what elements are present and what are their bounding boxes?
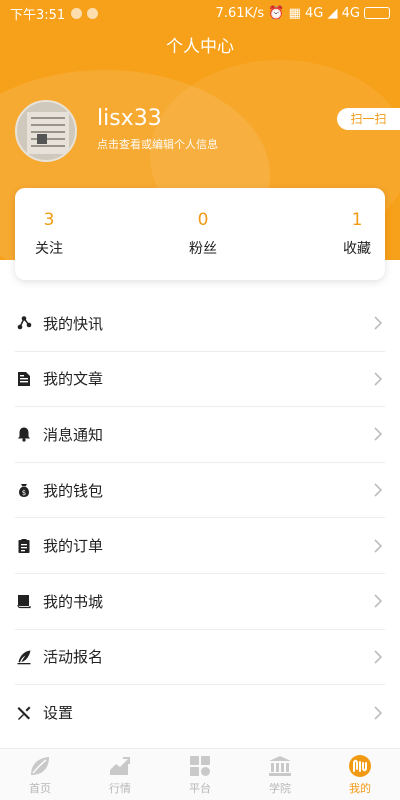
menu-list: 我的快讯 我的文章 消息通知 $ 我的钱包 我的订单 我的书城 活动报名 设置 <box>15 296 385 741</box>
money-bag-icon: $ <box>15 481 33 499</box>
leaf-icon <box>27 754 53 778</box>
notification-dot-icon <box>71 7 83 19</box>
menu-item-settings[interactable]: 设置 <box>15 685 385 741</box>
avatar[interactable] <box>15 100 77 162</box>
menu-item-orders[interactable]: 我的订单 <box>15 518 385 574</box>
chevron-right-icon <box>374 594 383 608</box>
scan-button[interactable]: 扫一扫 <box>337 108 400 130</box>
tab-label: 首页 <box>29 781 51 795</box>
stat-value: 3 <box>43 210 55 230</box>
stat-fans[interactable]: 0 粉丝 <box>189 188 217 280</box>
tab-mine[interactable]: 我的 <box>320 749 400 800</box>
menu-item-articles[interactable]: 我的文章 <box>15 352 385 408</box>
menu-item-label: 我的快讯 <box>43 314 104 333</box>
stat-label: 收藏 <box>343 241 371 257</box>
battery-icon <box>364 7 390 19</box>
username[interactable]: lisx33 <box>97 106 162 131</box>
edit-profile-hint[interactable]: 点击查看或编辑个人信息 <box>97 136 218 152</box>
stat-label: 关注 <box>35 241 63 257</box>
status-time: 下午3:51 <box>10 7 66 23</box>
profile-logo-icon <box>347 754 373 778</box>
trend-icon <box>107 754 133 778</box>
chevron-right-icon <box>374 316 383 330</box>
tools-icon <box>15 704 33 722</box>
status-indicators: 7.61K/s ⏰ ▦ 4G ◢ 4G <box>216 6 390 21</box>
article-icon <box>15 370 33 388</box>
svg-text:$: $ <box>22 489 26 497</box>
stat-following[interactable]: 3 关注 <box>35 188 63 280</box>
pen-icon <box>15 648 33 666</box>
bottom-tab-bar: 首页 行情 平台 学院 我的 <box>0 748 400 800</box>
tab-academy[interactable]: 学院 <box>240 749 320 800</box>
menu-item-label: 我的书城 <box>43 592 104 611</box>
notification-dot-icon <box>87 7 99 19</box>
tab-home[interactable]: 首页 <box>0 749 80 800</box>
grid-icon <box>187 754 213 778</box>
menu-item-wallet[interactable]: $ 我的钱包 <box>15 463 385 519</box>
chevron-right-icon <box>374 650 383 664</box>
status-network-text: 7.61K/s ⏰ ▦ 4G ◢ 4G <box>215 5 360 21</box>
tab-label: 平台 <box>189 781 211 795</box>
menu-item-label: 消息通知 <box>43 425 104 444</box>
clipboard-icon <box>15 537 33 555</box>
bell-icon <box>15 425 33 443</box>
book-icon <box>15 592 33 610</box>
menu-item-label: 我的订单 <box>43 537 104 556</box>
tab-market[interactable]: 行情 <box>80 749 160 800</box>
menu-item-news[interactable]: 我的快讯 <box>15 296 385 352</box>
chevron-right-icon <box>374 539 383 553</box>
tab-label: 我的 <box>349 781 371 795</box>
menu-item-bookstore[interactable]: 我的书城 <box>15 574 385 630</box>
chevron-right-icon <box>374 372 383 386</box>
menu-item-label: 设置 <box>43 704 74 723</box>
share-icon <box>15 314 33 332</box>
avatar-image <box>27 112 69 154</box>
menu-item-label: 活动报名 <box>43 648 104 667</box>
chevron-right-icon <box>374 483 383 497</box>
page-title: 个人中心 <box>166 37 234 57</box>
stat-label: 粉丝 <box>189 241 217 257</box>
chevron-right-icon <box>374 706 383 720</box>
stat-value: 1 <box>351 210 363 230</box>
tab-platform[interactable]: 平台 <box>160 749 240 800</box>
stat-favorites[interactable]: 1 收藏 <box>343 188 371 280</box>
tab-label: 学院 <box>269 781 291 795</box>
menu-item-event-signup[interactable]: 活动报名 <box>15 630 385 686</box>
menu-item-label: 我的文章 <box>43 370 104 389</box>
bank-icon <box>267 754 293 778</box>
avatar-qr-mark <box>37 134 47 144</box>
menu-item-label: 我的钱包 <box>43 481 104 500</box>
stats-card: 3 关注 0 粉丝 1 收藏 <box>15 188 385 280</box>
stat-value: 0 <box>197 210 209 230</box>
status-bar: 下午3:51 7.61K/s ⏰ ▦ 4G ◢ 4G <box>0 0 400 26</box>
tab-label: 行情 <box>109 781 131 795</box>
menu-item-notifications[interactable]: 消息通知 <box>15 407 385 463</box>
chevron-right-icon <box>374 427 383 442</box>
